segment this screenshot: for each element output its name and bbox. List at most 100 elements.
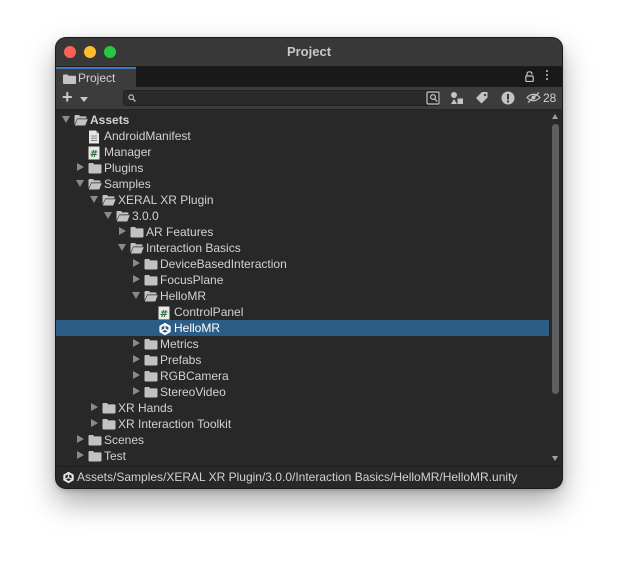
- tree-item[interactable]: StereoVideo: [56, 384, 549, 400]
- disclosure-collapsed-icon[interactable]: [133, 355, 140, 363]
- tree-item[interactable]: DeviceBasedInteraction: [56, 256, 549, 272]
- tree-item-label: HelloMR: [174, 321, 221, 335]
- plus-icon: +: [62, 87, 73, 107]
- shapes-icon: [451, 92, 463, 104]
- disclosure-expanded-icon[interactable]: [132, 292, 140, 299]
- document-icon: [88, 130, 102, 144]
- folder-icon: [130, 226, 144, 239]
- disclosure-collapsed-icon[interactable]: [133, 259, 140, 267]
- tree-item-label: RGBCamera: [160, 369, 229, 383]
- disclosure-collapsed-icon[interactable]: [133, 387, 140, 395]
- tree-item[interactable]: # Manager: [56, 144, 549, 160]
- tree-item[interactable]: Metrics: [56, 336, 549, 352]
- folder-open-icon: [102, 194, 116, 207]
- search-by-type-icon: [426, 91, 440, 105]
- scroll-thumb[interactable]: [552, 124, 559, 394]
- disclosure-collapsed-icon[interactable]: [119, 227, 126, 235]
- folder-icon: [102, 418, 116, 431]
- tree-item-label: Scenes: [104, 433, 145, 447]
- vertical-scrollbar[interactable]: [549, 110, 562, 465]
- folder-open-icon: [130, 242, 144, 255]
- disclosure-expanded-icon[interactable]: [76, 180, 84, 187]
- tree-item-label: Samples: [104, 177, 151, 191]
- csharp-script-icon: #: [88, 146, 102, 160]
- disclosure-collapsed-icon[interactable]: [91, 403, 98, 411]
- disclosure-expanded-icon[interactable]: [104, 212, 112, 219]
- tree-item[interactable]: Plugins: [56, 160, 549, 176]
- disclosure-collapsed-icon[interactable]: [133, 371, 140, 379]
- tab-project[interactable]: Project: [56, 67, 136, 87]
- svg-text:#: #: [90, 149, 98, 160]
- disclosure-expanded-icon[interactable]: [90, 196, 98, 203]
- tree-item[interactable]: 3.0.0: [56, 208, 549, 224]
- tree-item-label: Interaction Basics: [146, 241, 241, 255]
- log-warnings-button[interactable]: [497, 89, 519, 107]
- toolbar: + 28: [56, 87, 562, 110]
- window-title: Project: [286, 44, 332, 59]
- unity-scene-icon: [158, 322, 172, 336]
- disclosure-collapsed-icon[interactable]: [77, 163, 84, 171]
- tree-item-label: Prefabs: [160, 353, 202, 367]
- tree-item-label: AR Features: [146, 225, 214, 239]
- tree-item-label: ControlPanel: [174, 305, 244, 319]
- tree-item[interactable]: AR Features: [56, 224, 549, 240]
- tree-item[interactable]: HelloMR: [56, 288, 549, 304]
- hidden-packages-toggle[interactable]: 28: [526, 89, 562, 107]
- folder-icon: [144, 354, 158, 367]
- search-field[interactable]: [123, 90, 440, 106]
- disclosure-collapsed-icon[interactable]: [133, 339, 140, 347]
- tree-item[interactable]: AndroidManifest: [56, 128, 549, 144]
- folder-icon: [144, 338, 158, 351]
- tree-item[interactable]: FocusPlane: [56, 272, 549, 288]
- project-tree[interactable]: Assets AndroidManifest # Manager Plugins Samp…: [56, 110, 562, 465]
- disclosure-collapsed-icon[interactable]: [133, 275, 140, 283]
- scroll-down-arrow[interactable]: [552, 456, 558, 461]
- title-bar[interactable]: Project: [56, 38, 562, 67]
- tree-item[interactable]: Prefabs: [56, 352, 549, 368]
- search-icon: [128, 94, 136, 102]
- add-button[interactable]: +: [62, 87, 88, 107]
- folder-icon: [102, 402, 116, 415]
- tree-item-label: DeviceBasedInteraction: [160, 257, 287, 271]
- tree-item[interactable]: XERAL XR Plugin: [56, 192, 549, 208]
- folder-icon: [88, 162, 102, 175]
- unity-scene-icon: [63, 471, 74, 484]
- tree-item[interactable]: Samples: [56, 176, 549, 192]
- disclosure-expanded-icon[interactable]: [118, 244, 126, 251]
- kebab-menu-icon[interactable]: [546, 70, 549, 83]
- tree-item-label: Assets: [90, 113, 130, 127]
- tree-item-label: 3.0.0: [132, 209, 159, 223]
- tree-item[interactable]: Scenes: [56, 432, 549, 448]
- disclosure-expanded-icon[interactable]: [62, 116, 70, 123]
- search-by-type-button[interactable]: [425, 90, 441, 106]
- tree-item-label: StereoVideo: [160, 385, 226, 399]
- tree-item[interactable]: RGBCamera: [56, 368, 549, 384]
- folder-icon: [144, 370, 158, 383]
- status-bar: Assets/Samples/XERAL XR Plugin/3.0.0/Int…: [56, 466, 562, 488]
- chevron-down-icon: [80, 97, 88, 102]
- tree-item[interactable]: XR Interaction Toolkit: [56, 416, 549, 432]
- scroll-up-arrow[interactable]: [552, 114, 558, 119]
- tree-item[interactable]: HelloMR: [56, 320, 549, 336]
- tree-item[interactable]: Test: [56, 448, 549, 464]
- tree-item[interactable]: # ControlPanel: [56, 304, 549, 320]
- filter-by-type-button[interactable]: [446, 89, 468, 107]
- tree-item-label: XR Hands: [118, 401, 173, 415]
- tree-item-label: HelloMR: [160, 289, 207, 303]
- disclosure-collapsed-icon[interactable]: [77, 435, 84, 443]
- tree-item-label: XR Interaction Toolkit: [118, 417, 232, 431]
- folder-icon: [88, 450, 102, 463]
- tree-item[interactable]: Assets: [56, 112, 549, 128]
- filter-by-label-button[interactable]: [471, 89, 493, 107]
- tree-item[interactable]: Interaction Basics: [56, 240, 549, 256]
- eye-slash-icon: [526, 92, 541, 103]
- tree-item-label: Test: [104, 449, 127, 463]
- search-input[interactable]: [138, 91, 418, 105]
- lock-icon[interactable]: [525, 71, 534, 82]
- folder-icon: [144, 258, 158, 271]
- tab-bar: Project: [56, 67, 562, 87]
- disclosure-collapsed-icon[interactable]: [91, 419, 98, 427]
- tree-item[interactable]: XR Hands: [56, 400, 549, 416]
- disclosure-collapsed-icon[interactable]: [77, 451, 84, 459]
- warning-icon: [501, 91, 515, 105]
